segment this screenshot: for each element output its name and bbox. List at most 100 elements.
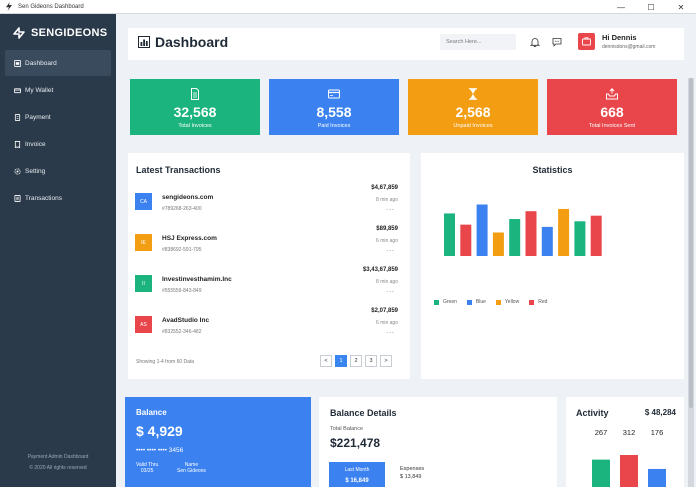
last-month-label: Last Month <box>344 467 370 473</box>
sidebar-item-label: Transactions <box>25 194 62 202</box>
scrollbar[interactable] <box>688 78 694 487</box>
search-input[interactable] <box>440 34 516 50</box>
stat-bar-4 <box>492 232 504 256</box>
header: Dashboard Hi Dennis dennisdons@gmail.com <box>128 28 684 60</box>
more-options-button[interactable]: ... <box>386 205 395 212</box>
stat-value: 8,558 <box>316 104 352 120</box>
more-options-button[interactable]: ... <box>386 246 395 253</box>
balance-card[interactable]: Balance $ 4,929 •••• •••• •••• 3456 Vali… <box>125 397 311 487</box>
table-row[interactable]: CA sengideons.com #789268-263-400 $4,67,… <box>128 185 404 225</box>
sidebar-item-payment[interactable]: Payment <box>5 104 111 130</box>
transaction-avatar: CA <box>135 193 152 210</box>
page-title-text: Dashboard <box>155 34 229 50</box>
transaction-ref: #789268-263-400 <box>162 206 202 212</box>
invoice-icon <box>14 140 21 148</box>
activity-value-label: 312 <box>623 428 636 437</box>
sidebar-item-my-wallet[interactable]: My Wallet <box>5 77 111 103</box>
transaction-ref: #555559-843-849 <box>162 288 202 294</box>
transactions-icon <box>14 194 21 202</box>
pagination-summary: Showing 1-4 from 60 Data <box>136 359 195 365</box>
legend-swatch <box>434 299 439 305</box>
stat-card-paid-invoices[interactable]: 8,558 Paid Invoices <box>269 79 399 135</box>
page-3-button[interactable]: 3 <box>365 355 377 367</box>
sidebar-item-transactions[interactable]: Transactions <box>5 185 111 211</box>
document-icon <box>191 88 199 100</box>
table-row[interactable]: AS AvadStudio Inc #832552-346-482 $2,07,… <box>128 308 404 348</box>
wallet-icon <box>14 87 21 93</box>
legend-swatch <box>466 299 472 305</box>
statistics-title: Statistics <box>532 165 573 175</box>
avatar[interactable] <box>578 33 595 50</box>
page-1-button[interactable]: 1 <box>335 355 347 367</box>
sidebar-footer-title: Payment Admin Dashboard <box>27 454 89 460</box>
transaction-name: Investinvesthamim.Inc <box>162 276 232 283</box>
transaction-avatar: II <box>135 275 152 292</box>
transactions-title: Latest Transactions <box>136 165 221 175</box>
bar-chart-icon <box>138 36 150 48</box>
sidebar-item-setting[interactable]: Setting <box>5 158 111 184</box>
page-next-button[interactable]: > <box>380 355 392 367</box>
last-month-value: $ 16,849 <box>345 478 369 484</box>
page-2-button[interactable]: 2 <box>350 355 362 367</box>
pagination: < 1 2 3 > <box>317 355 392 367</box>
stat-bar-7 <box>541 226 553 256</box>
sidebar-item-label: My Wallet <box>25 86 54 94</box>
page-title: Dashboard <box>138 34 228 50</box>
payment-icon <box>14 113 21 121</box>
stat-bar-2 <box>460 224 472 256</box>
sidebar-item-invoice[interactable]: Invoice <box>5 131 111 157</box>
transaction-name: sengideons.com <box>162 194 214 201</box>
transaction-name: HSJ Express.com <box>162 235 217 242</box>
total-balance-value: $221,478 <box>330 436 381 450</box>
balance-label: Balance <box>136 408 167 417</box>
scrollbar-thumb[interactable] <box>689 78 693 408</box>
stat-bar-10 <box>590 215 602 256</box>
close-button[interactable]: ✕ <box>666 0 696 14</box>
more-options-button[interactable]: ... <box>386 287 395 294</box>
table-row[interactable]: IE HSJ Express.com #838692-591-795 $89,8… <box>128 226 404 266</box>
transaction-amount: $4,67,859 <box>371 185 398 191</box>
activity-bar-B <box>620 455 638 487</box>
stat-card-unpaid-invoices[interactable]: 2,568 Unpaid Invoices <box>408 79 538 135</box>
user-email: dennisdons@gmail.com <box>602 44 656 50</box>
minimize-button[interactable]: — <box>606 0 636 14</box>
transaction-name: AvadStudio Inc <box>162 317 210 324</box>
stat-label: Unpaid Invoices <box>453 123 493 129</box>
legend-item-red: Red <box>529 299 547 305</box>
bell-icon[interactable] <box>530 37 540 47</box>
stat-bar-8 <box>558 208 570 256</box>
table-row[interactable]: II Investinvesthamim.Inc #555559-843-849… <box>128 267 404 307</box>
stat-card-total-invoices[interactable]: 32,568 Total Invoices <box>130 79 260 135</box>
brand-name: SENGIDEONS <box>31 27 108 39</box>
expenses-value: $ 13,849 <box>400 474 422 480</box>
stat-bar-9 <box>574 221 586 256</box>
legend-item-yellow: Yellow <box>495 299 519 305</box>
page-prev-button[interactable]: < <box>320 355 332 367</box>
hourglass-icon <box>469 88 477 100</box>
gear-icon <box>14 167 21 175</box>
bolt-logo-icon <box>13 27 25 39</box>
brand[interactable]: SENGIDEONS <box>12 26 107 40</box>
stat-card-invoices-sent[interactable]: 668 Total Invoices Sent <box>547 79 677 135</box>
activity-title: Activity <box>576 408 609 418</box>
sidebar-item-label: Setting <box>25 167 46 175</box>
card-holder: Name Sen Gideons <box>177 462 206 474</box>
activity-value-label: 267 <box>595 428 608 437</box>
legend-item-green: Green <box>434 299 457 305</box>
stat-label: Total Invoices <box>178 123 212 129</box>
more-options-button[interactable]: ... <box>386 328 395 335</box>
maximize-button[interactable]: ☐ <box>636 0 666 14</box>
transaction-amount: $2,07,859 <box>371 308 398 314</box>
transaction-ref: #838692-591-795 <box>162 247 202 253</box>
sidebar-item-label: Invoice <box>25 140 46 148</box>
transaction-amount: $89,859 <box>376 226 398 232</box>
balance-details-title: Balance Details <box>330 408 397 418</box>
chat-icon[interactable] <box>552 37 562 47</box>
legend-label: Green <box>443 299 457 305</box>
last-month-tab[interactable]: Last Month $ 16,849 <box>329 462 385 487</box>
transaction-time: 6 min ago <box>376 238 398 244</box>
legend-swatch <box>495 299 501 305</box>
sidebar-item-dashboard[interactable]: Dashboard <box>5 50 111 76</box>
legend-label: Blue <box>475 299 486 305</box>
sidebar-footer-copyright: © 2020 All rights reserved <box>29 465 87 471</box>
